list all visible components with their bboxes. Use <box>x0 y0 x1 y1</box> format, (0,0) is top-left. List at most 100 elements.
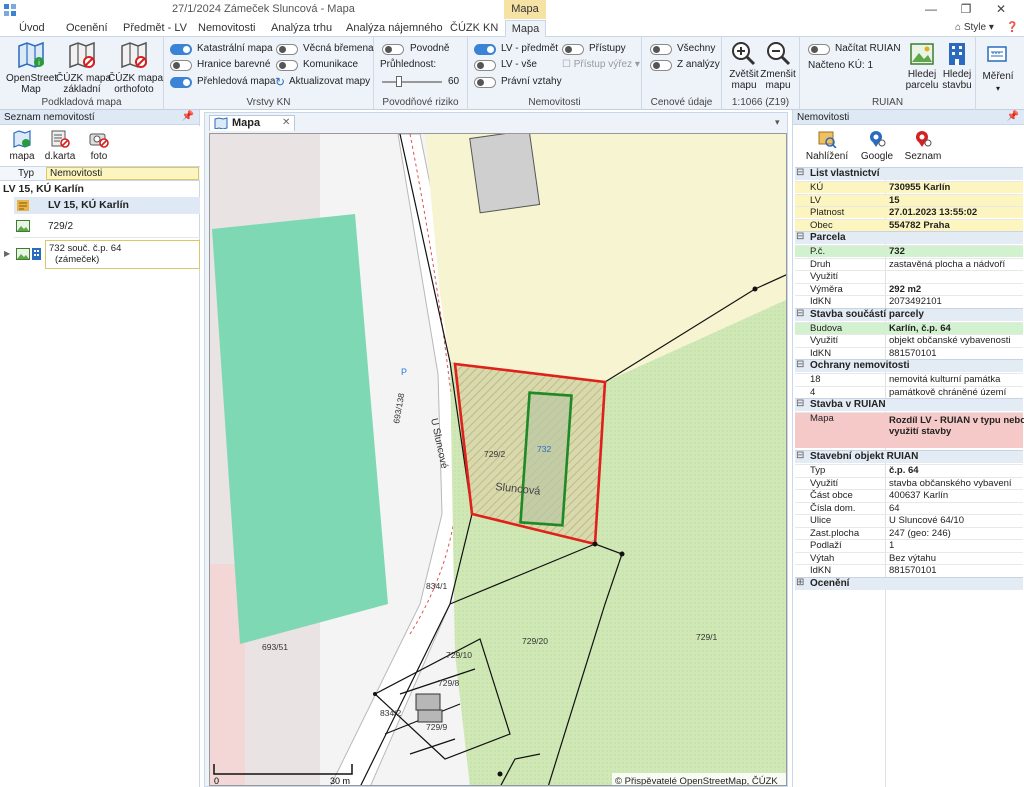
label-729-8: 729/8 <box>438 678 460 688</box>
cuzk-basic-label: ČÚZK mapa základní <box>56 73 112 95</box>
tab-analyza-najemneho[interactable]: Analýza nájemného <box>346 22 443 34</box>
parcel-icon <box>16 248 30 260</box>
group-ruian: Načítat RUIAN Načteno KÚ: 1 Hledej parce… <box>800 37 976 110</box>
left-toolbar: mapa d.karta foto <box>0 126 200 166</box>
property-value: 27.01.2023 13:55:02 <box>889 207 978 218</box>
label-729-20: 729/20 <box>522 636 548 646</box>
google-button[interactable]: Google <box>857 130 897 162</box>
tab-uvod[interactable]: Úvod <box>19 22 45 34</box>
ruler-icon <box>987 46 1007 62</box>
property-key: P.č. <box>810 246 826 257</box>
small-building-2 <box>417 709 443 723</box>
list-item-building[interactable]: ▶ 732 souč. č.p. 64 (zámeček) <box>2 240 200 270</box>
nahlizeni-button[interactable]: Nahlížení <box>805 130 849 162</box>
property-grid: List vlastnictvíKÚ730955 KarlínLV15Platn… <box>793 167 1024 787</box>
list-item-parcel[interactable]: 729/2 <box>14 216 200 238</box>
label-pravni-vztahy: Právní vztahy <box>501 76 562 87</box>
building-north <box>469 134 541 214</box>
property-value: 2073492101 <box>889 296 942 307</box>
toggle-pristupy[interactable] <box>562 44 584 55</box>
mereni-label: Měření <box>982 71 1014 82</box>
property-row: P.č. 732 <box>795 245 1023 257</box>
property-key: 4 <box>810 386 816 398</box>
minimize-button[interactable]: — <box>916 2 946 18</box>
close-button[interactable]: ✕ <box>986 2 1016 18</box>
map-canvas[interactable]: 729/2 732 729/1 729/10 729/20 729/8 729/… <box>209 133 787 786</box>
list-item-lv[interactable]: LV 15, KÚ Karlín <box>14 197 200 214</box>
toggle-katastralni-mapa[interactable] <box>170 44 192 55</box>
d-karta-button[interactable]: d.karta <box>44 130 76 162</box>
tab-predmet-lv[interactable]: Předmět - LV <box>123 22 187 34</box>
property-row: KÚ 730955 Karlín <box>795 181 1023 193</box>
pin-icon[interactable]: 📌 <box>1007 111 1019 122</box>
ruian-warning-row: Mapa Rozdíl LV - RUIAN v typu nebo využití… <box>795 412 1024 448</box>
expand-arrow-icon[interactable]: ▶ <box>4 249 10 258</box>
toggle-pravni-vztahy[interactable] <box>474 77 496 88</box>
transparency-slider[interactable] <box>382 76 442 87</box>
section-oceneni[interactable]: Ocenění <box>795 576 1023 590</box>
property-key: Využití <box>810 477 839 489</box>
property-key: KÚ <box>810 182 824 193</box>
section-parcela[interactable]: Parcela <box>795 231 1023 244</box>
zoom-scale-label: 1:1066 (Z19) <box>731 97 790 108</box>
pristup-vyrez-checkbox[interactable]: ☐ Přístup výřez ▾ <box>562 59 640 70</box>
tab-analyza-trhu[interactable]: Analýza trhu <box>271 22 332 34</box>
seznam-label: Seznam <box>904 151 942 162</box>
property-row: Ulice U Sluncové 64/10 <box>795 514 1023 526</box>
help-icon[interactable]: ❓ <box>1006 22 1018 33</box>
group-podkladova-mapa: i OpenStreet Map ČÚZK mapa základní ČÚZK… <box>0 37 164 110</box>
d-karta-label: d.karta <box>44 151 76 162</box>
section-ruian[interactable]: Stavba v RUIAN <box>795 398 1023 411</box>
seznam-button[interactable]: Seznam <box>903 130 943 162</box>
group-zoom: Zvětšit mapu Zmenšit mapu 1:1066 (Z19) <box>722 37 800 110</box>
section-ochrany[interactable]: Ochrany nemovitosti <box>795 359 1023 372</box>
left-panel-title-text: Seznam nemovitostí <box>4 112 95 123</box>
pin-icon[interactable]: 📌 <box>182 111 194 122</box>
close-tab-icon[interactable]: ✕ <box>282 117 290 128</box>
style-menu[interactable]: ⌂ Style ▾ <box>955 22 994 33</box>
nahlizeni-label: Nahlížení <box>805 151 849 162</box>
triangle-icon: ⌂ <box>955 22 964 33</box>
section-lv[interactable]: List vlastnictví <box>795 167 1023 180</box>
section-stavba[interactable]: Stavba součástí parcely <box>795 307 1023 321</box>
map-document: Mapa ✕ ▾ 729/2 732 729/1 729/10 729/20 7… <box>204 112 788 787</box>
mapa-button[interactable]: mapa <box>8 130 36 162</box>
map-icon: i <box>18 41 44 69</box>
toggle-z-analyzy[interactable] <box>650 60 672 71</box>
map-pin-icon <box>13 130 31 148</box>
toggle-vsechny[interactable] <box>650 44 672 55</box>
slider-thumb[interactable] <box>396 76 402 87</box>
right-toolbar: Nahlížení Google Seznam <box>793 126 1024 166</box>
building-label: 732 souč. č.p. 64 <box>49 243 122 254</box>
column-nemovitosti[interactable]: Nemovitosti <box>46 167 199 180</box>
building-64-outline[interactable] <box>519 391 573 527</box>
toggle-prehledova-mapa[interactable] <box>170 77 192 88</box>
property-key: Výtah <box>810 552 835 564</box>
tab-cuzk-kn[interactable]: ČÚZK KN <box>450 22 498 34</box>
toggle-komunikace[interactable] <box>276 60 298 71</box>
toggle-nacitat-ruian[interactable] <box>808 44 830 55</box>
hledej-parcelu-label: Hledej parcelu <box>905 69 939 91</box>
tab-mapa[interactable]: Mapa <box>505 20 546 38</box>
parking-label: P <box>401 367 407 377</box>
section-sobj[interactable]: Stavební objekt RUIAN <box>795 450 1023 463</box>
label-z-analyzy: Z analýzy <box>677 59 720 70</box>
toggle-lv-predmet[interactable] <box>474 44 496 55</box>
copyright-text: © Přispěvatelé OpenStreetMap, ČÚZK <box>615 776 778 786</box>
toggle-hranice-barevne[interactable] <box>170 60 192 71</box>
toggle-vecna-bremena[interactable] <box>276 44 298 55</box>
tab-dropdown-icon[interactable]: ▾ <box>775 117 780 128</box>
toggle-povodne[interactable] <box>382 44 404 55</box>
property-row: 4 památkově chráněné území <box>795 385 1023 398</box>
aktualizovat-mapy-button[interactable]: Aktualizovat mapy <box>289 76 370 87</box>
restore-button[interactable]: ❐ <box>951 2 981 18</box>
property-row: Výtah Bez výtahu <box>795 551 1023 564</box>
map-tab[interactable]: Mapa ✕ <box>209 115 295 131</box>
label-vsechny: Všechny <box>677 43 716 54</box>
column-typ[interactable]: Typ <box>18 168 34 179</box>
map-svg[interactable]: 729/2 732 729/1 729/10 729/20 729/8 729/… <box>210 134 787 786</box>
tab-oceneni[interactable]: Ocenění <box>66 22 108 34</box>
tab-nemovitosti[interactable]: Nemovitosti <box>198 22 255 34</box>
toggle-lv-vse[interactable] <box>474 60 496 71</box>
foto-button[interactable]: foto <box>84 130 114 162</box>
